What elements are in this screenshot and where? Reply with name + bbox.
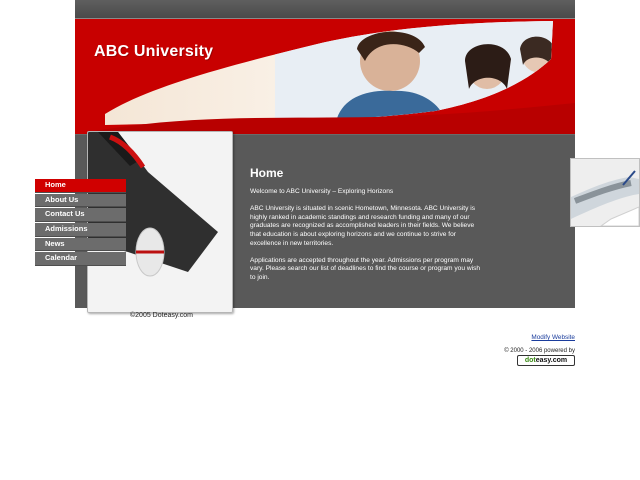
nav-item-news[interactable]: News xyxy=(35,237,126,252)
nav-item-contact-us[interactable]: Contact Us xyxy=(35,208,126,222)
intro-paragraph: ABC University is situated in scenic Hom… xyxy=(250,205,476,247)
nav-item-about-us[interactable]: About Us xyxy=(35,193,126,208)
welcome-text: Welcome to ABC University – Exploring Ho… xyxy=(250,188,394,195)
site-title: ABC University xyxy=(94,43,214,60)
powered-by-text: © 2000 - 2006 powered by xyxy=(504,348,575,354)
top-bar xyxy=(75,0,575,19)
doteasy-logo-suffix: easy.com xyxy=(535,357,568,364)
copyright-text: ©2005 Doteasy.com xyxy=(130,312,194,319)
header-banner: ABC University xyxy=(75,19,575,134)
page-title: Home xyxy=(250,166,284,180)
admissions-paragraph: Applications are accepted throughout the… xyxy=(250,256,481,281)
students-photo xyxy=(95,21,575,134)
writing-hand-photo xyxy=(570,158,640,227)
nav-item-home[interactable]: Home xyxy=(35,179,126,193)
nav-item-calendar[interactable]: Calendar xyxy=(35,252,126,266)
main-navigation: Home About Us Contact Us Admissions News… xyxy=(35,179,126,267)
main-content: Home Welcome to ABC University – Explori… xyxy=(250,166,482,291)
doteasy-logo-prefix: dot xyxy=(524,357,536,364)
modify-website-link[interactable]: Modify Website xyxy=(531,334,575,341)
nav-item-admissions[interactable]: Admissions xyxy=(35,223,126,237)
doteasy-logo[interactable]: doteasy.com xyxy=(517,355,575,366)
